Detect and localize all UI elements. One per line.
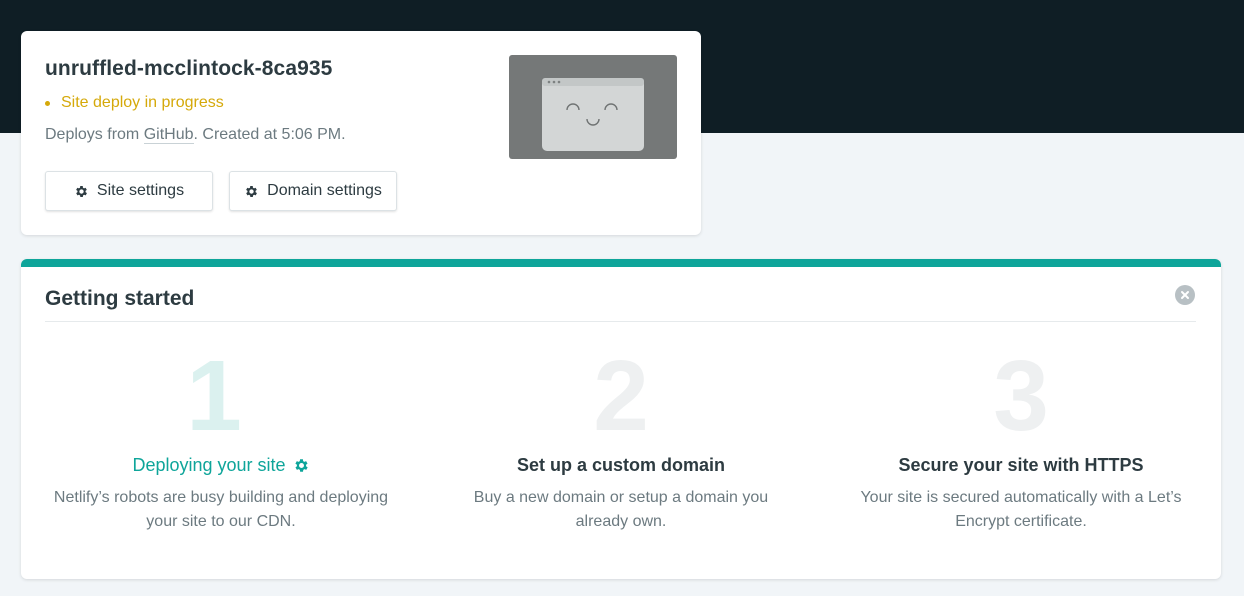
site-settings-label: Site settings [96,182,185,199]
deploy-status: Site deploy in progress [45,94,224,112]
getting-started-panel: Getting started 1 Deploying your site Ne… [21,259,1221,579]
gear-icon [244,184,259,199]
step-https: 3 Secure your site with HTTPS Your site … [831,339,1211,534]
domain-settings-button[interactable]: Domain settings [229,171,397,211]
status-dot-icon [45,100,50,106]
panel-accent-bar [21,259,1221,267]
step-title: Deploying your site [132,455,286,475]
step-custom-domain: 2 Set up a custom domain Buy a new domai… [431,339,811,534]
step-title-row: Deploying your site [31,453,411,476]
deploy-status-label: Site deploy in progress [61,94,224,111]
deploy-info-suffix: . Created at 5:06 PM. [193,126,346,143]
github-repo-link[interactable]: GitHub [143,126,194,144]
step-number: 1 [186,340,242,452]
step-title: Set up a custom domain [516,455,726,475]
step-deploy: 1 Deploying your site Netlify’s robots a… [31,339,411,534]
step-description: Netlify’s robots are busy building and d… [53,489,389,530]
step-number: 2 [593,340,649,452]
site-settings-button[interactable]: Site settings [45,171,213,211]
site-overview-card: unruffled-mcclintock-8ca935 Site deploy … [21,31,701,235]
step-number: 3 [993,340,1049,452]
getting-started-title: Getting started [45,287,195,310]
browser-smiley-icon [542,78,644,151]
panel-divider [45,321,1196,322]
site-name: unruffled-mcclintock-8ca935 [45,57,333,80]
gear-icon [293,457,310,474]
deploy-info-prefix: Deploys from [45,126,144,143]
close-icon[interactable] [1175,285,1195,305]
site-preview-thumbnail[interactable] [509,55,677,159]
gear-icon [74,184,89,199]
step-description: Your site is secured automatically with … [860,489,1182,530]
step-title: Secure your site with HTTPS [898,455,1144,475]
domain-settings-label: Domain settings [267,182,382,199]
deploy-info: Deploys from GitHub. Created at 5:06 PM. [45,126,346,144]
step-description: Buy a new domain or setup a domain you a… [473,489,769,530]
